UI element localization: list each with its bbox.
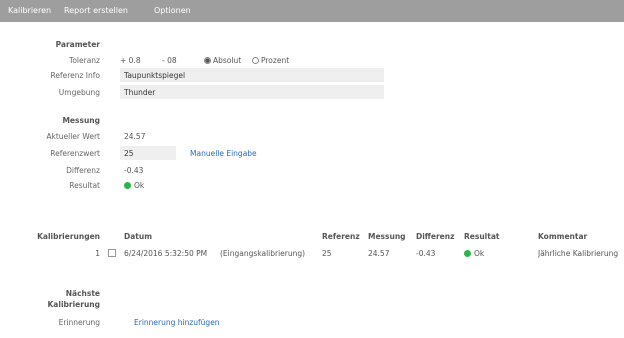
difference-label: Differenz [66, 166, 100, 175]
parameter-heading: Parameter [55, 40, 100, 49]
calibrations-heading: Kalibrierungen [37, 232, 100, 241]
tolerance-plus-field[interactable]: + 0.8 [120, 56, 141, 65]
measurement-heading: Messung [62, 116, 100, 125]
row-date: 6/24/2016 5:32:50 PM [124, 249, 208, 258]
row-result: Ok [464, 249, 484, 258]
col-comment: Kommentar [538, 232, 588, 241]
menu-calibrate[interactable]: Kalibrieren [8, 6, 51, 15]
row-result-text: Ok [474, 249, 485, 258]
col-measurement: Messung [368, 232, 406, 241]
percent-label: Prozent [261, 56, 290, 65]
reference-info-input[interactable]: Taupunktspiegel [120, 68, 384, 82]
menu-report[interactable]: Report erstellen [64, 6, 128, 15]
col-result: Resultat [464, 232, 500, 241]
top-menu-bar: Kalibrieren Report erstellen Optionen [0, 0, 624, 22]
ok-status-icon [124, 182, 131, 189]
row-difference: -0.43 [416, 249, 436, 258]
percent-radio[interactable] [252, 57, 259, 64]
row-reference: 25 [322, 249, 332, 258]
row-type: (Eingangskalibrierung) [220, 249, 306, 258]
absolute-radio[interactable] [204, 57, 211, 64]
next-calibration-heading-1: Nächste [65, 289, 100, 298]
result-status: Ok [124, 181, 144, 190]
row-checkbox[interactable] [108, 249, 116, 257]
tolerance-minus-field[interactable]: - 08 [162, 56, 177, 65]
mode-absolute-option[interactable]: Absolut [204, 56, 241, 65]
actual-value-label: Aktueller Wert [46, 132, 100, 141]
tolerance-label: Toleranz [69, 56, 100, 65]
reference-value-input[interactable]: 25 [120, 146, 176, 160]
ok-status-icon [464, 250, 471, 257]
menu-options[interactable]: Optionen [154, 6, 191, 15]
result-text: Ok [134, 181, 145, 190]
row-comment: Jährliche Kalibrierung [538, 249, 619, 258]
row-index: 1 [95, 249, 100, 258]
col-date: Datum [124, 232, 153, 241]
col-reference: Referenz [322, 232, 360, 241]
difference-value: -0.43 [124, 166, 144, 175]
col-difference: Differenz [416, 232, 455, 241]
mode-percent-option[interactable]: Prozent [252, 56, 289, 65]
actual-value: 24.57 [124, 132, 146, 141]
environment-input[interactable]: Thunder [120, 85, 384, 99]
row-measurement: 24.57 [368, 249, 390, 258]
next-calibration-heading-2: Kalibrierung [47, 300, 101, 309]
environment-label: Umgebung [58, 88, 100, 97]
reference-info-label: Referenz Info [50, 71, 100, 80]
absolute-label: Absolut [213, 56, 242, 65]
result-label: Resultat [69, 181, 100, 190]
manual-entry-link[interactable]: Manuelle Eingabe [190, 149, 257, 158]
reminder-label: Erinnerung [58, 318, 100, 327]
reference-value-label: Referenzwert [50, 149, 100, 158]
add-reminder-link[interactable]: Erinnerung hinzufügen [134, 318, 220, 327]
